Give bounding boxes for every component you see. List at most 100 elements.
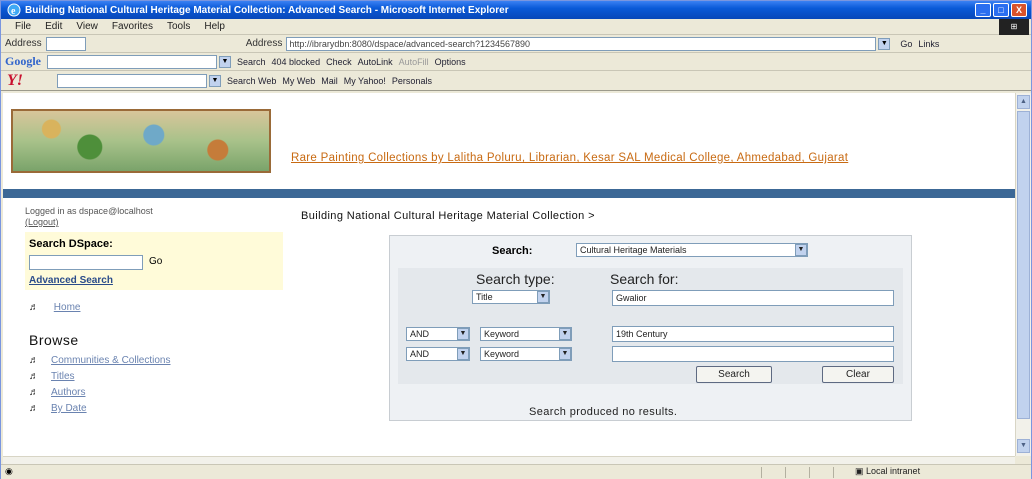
query-input-3[interactable] [612,346,894,362]
address-label-2: Address [245,38,283,49]
status-divider [833,467,834,478]
menu-favorites[interactable]: Favorites [112,21,153,32]
address-dropdown-icon[interactable]: ▼ [878,37,891,50]
yahoo-mail-button[interactable]: Mail [321,76,338,86]
ie-logo-icon: e [7,3,21,17]
yahoo-dropdown-icon[interactable]: ▼ [209,74,221,87]
google-options-button[interactable]: Options [435,57,466,67]
field-select-2-value: Keyword [484,329,520,339]
by-date-link[interactable]: By Date [51,403,87,414]
search-type-label: Search type: [476,271,555,287]
conjunction-select-2[interactable]: AND ▼ [406,327,470,341]
google-autolink-button[interactable]: AutoLink [358,57,393,67]
yahoo-toolbar: Y! ▼ Search Web My Web Mail My Yahoo! Pe… [1,71,1031,91]
address-history-box[interactable] [45,36,86,51]
query-input-1[interactable]: Gwalior [612,290,894,306]
browser-window: e Building National Cultural Heritage Ma… [0,0,1032,479]
chevron-down-icon: ▼ [559,328,571,340]
google-blocked-button[interactable]: 404 blocked [272,57,321,67]
status-divider [809,467,810,478]
zone-label: Local intranet [866,466,921,476]
go-button[interactable]: Go [900,39,912,49]
menu-file[interactable]: File [15,21,31,32]
scope-select[interactable]: Cultural Heritage Materials ▼ [576,243,808,257]
music-note-icon: ♬ [29,355,39,366]
conjunction-select-3-value: AND [410,349,430,359]
query-input-2[interactable]: 19th Century [612,326,894,342]
sidebar-item-home[interactable]: ♬ Home [29,302,80,313]
advanced-search-panel: Search: Cultural Heritage Materials ▼ Se… [389,235,912,421]
security-zone: ▣ Local intranet [855,466,920,477]
chevron-down-icon: ▼ [537,291,549,303]
horizontal-scrollbar[interactable] [3,456,1015,464]
menu-edit[interactable]: Edit [45,21,62,32]
close-button[interactable]: X [1011,3,1027,17]
yahoo-logo: Y! [7,71,23,89]
status-bar: ◉ ▣ Local intranet [1,464,1031,479]
google-search-button[interactable]: Search [237,57,266,67]
titles-link[interactable]: Titles [51,371,75,382]
menu-view[interactable]: View [76,21,98,32]
clear-button[interactable]: Clear [822,366,894,383]
conjunction-select-2-value: AND [410,329,430,339]
scope-select-value: Cultural Heritage Materials [580,245,687,255]
logged-in-text: Logged in as dspace@localhost (Logout) [25,206,255,228]
windows-flag-icon: ⊞ [999,19,1029,35]
menu-help[interactable]: Help [204,21,225,32]
query-builder: Search type: Search for: Title ▼ Gwalior… [398,268,903,384]
window-title: Building National Cultural Heritage Mate… [25,4,509,16]
sidebar-search-title: Search DSpace: [29,238,113,250]
music-note-icon: ♬ [29,403,39,414]
music-note-icon: ♬ [29,371,39,382]
home-link[interactable]: Home [54,302,81,313]
authors-link[interactable]: Authors [51,387,85,398]
conjunction-select-3[interactable]: AND ▼ [406,347,470,361]
sidebar-item-authors[interactable]: ♬ Authors [29,387,171,398]
page-header: Rare Painting Collections by Lalitha Pol… [3,93,1015,189]
sidebar-item-communities[interactable]: ♬ Communities & Collections [29,355,171,366]
maximize-button[interactable]: □ [993,3,1009,17]
yahoo-myweb-button[interactable]: My Web [282,76,315,86]
music-note-icon: ♬ [29,302,39,313]
google-search-input[interactable] [47,54,217,69]
yahoo-search-input[interactable] [57,73,207,88]
page-status-icon: ◉ [5,466,13,476]
breadcrumb: Building National Cultural Heritage Mate… [301,210,595,222]
google-autofill-button[interactable]: AutoFill [399,57,429,67]
yahoo-personals-button[interactable]: Personals [392,76,432,86]
scroll-down-icon[interactable]: ▼ [1017,439,1030,453]
chevron-down-icon: ▼ [559,348,571,360]
header-title-link[interactable]: Rare Painting Collections by Lalitha Pol… [291,151,981,166]
vertical-scrollbar[interactable]: ▲ ▼ [1015,93,1031,456]
links-button[interactable]: Links [918,39,939,49]
minimize-button[interactable]: _ [975,3,991,17]
communities-link[interactable]: Communities & Collections [51,355,171,366]
field-select-3[interactable]: Keyword ▼ [480,347,572,361]
logout-link[interactable]: (Logout) [25,217,59,227]
browse-heading: Browse [29,332,79,348]
music-note-icon: ♬ [29,387,39,398]
field-select-2[interactable]: Keyword ▼ [480,327,572,341]
google-toolbar: Google ▼ Search 404 blocked Check AutoLi… [1,53,1031,71]
google-dropdown-icon[interactable]: ▼ [219,55,231,68]
scrollbar-thumb[interactable] [1017,111,1030,419]
advanced-search-link[interactable]: Advanced Search [29,275,113,286]
scroll-up-icon[interactable]: ▲ [1017,95,1030,109]
sidebar-go-button[interactable]: Go [149,256,162,267]
yahoo-myyahoo-button[interactable]: My Yahoo! [344,76,386,86]
sidebar-item-by-date[interactable]: ♬ By Date [29,403,171,414]
address-input[interactable]: http://ibrarydbn:8080/dspace/advanced-se… [286,36,877,51]
sidebar-item-titles[interactable]: ♬ Titles [29,371,171,382]
chevron-down-icon: ▼ [457,348,469,360]
menu-tools[interactable]: Tools [167,21,190,32]
search-result-message: Search produced no results. [529,406,678,418]
field-select-1-value: Title [476,292,493,302]
search-button[interactable]: Search [696,366,772,383]
title-bar: e Building National Cultural Heritage Ma… [1,1,1031,19]
google-check-button[interactable]: Check [326,57,352,67]
yahoo-search-web-button[interactable]: Search Web [227,76,276,86]
sidebar: Logged in as dspace@localhost (Logout) S… [3,198,283,456]
sidebar-search-box: Search DSpace: Go Advanced Search [25,232,283,290]
sidebar-search-input[interactable] [29,255,143,270]
field-select-1[interactable]: Title ▼ [472,290,550,304]
